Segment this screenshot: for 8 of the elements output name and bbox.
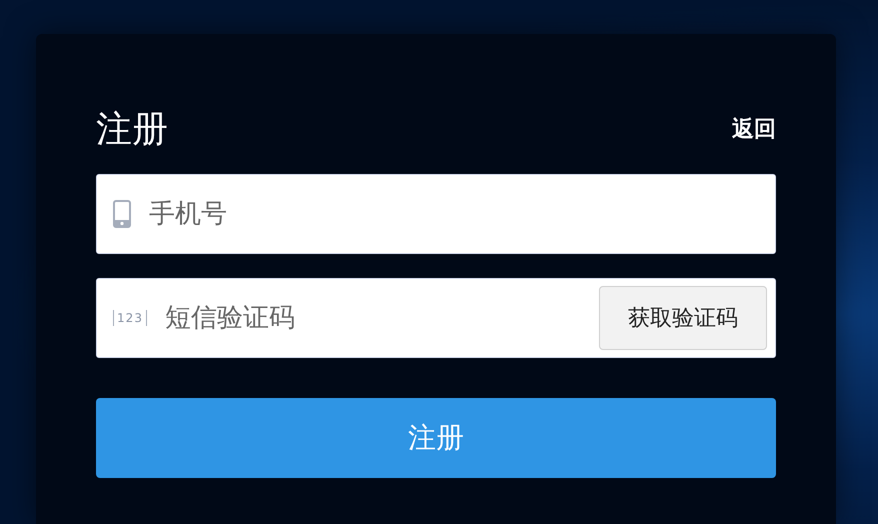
get-code-button[interactable]: 获取验证码	[599, 286, 767, 350]
phone-input[interactable]: 手机号	[147, 198, 767, 230]
code-input[interactable]: 短信验证码	[163, 302, 599, 334]
phone-field[interactable]: 手机号	[96, 174, 776, 254]
back-link[interactable]: 返回	[732, 119, 776, 141]
code-field[interactable]: 123 短信验证码 获取验证码	[96, 278, 776, 358]
page-title: 注册	[96, 112, 168, 148]
phone-icon	[113, 200, 131, 228]
